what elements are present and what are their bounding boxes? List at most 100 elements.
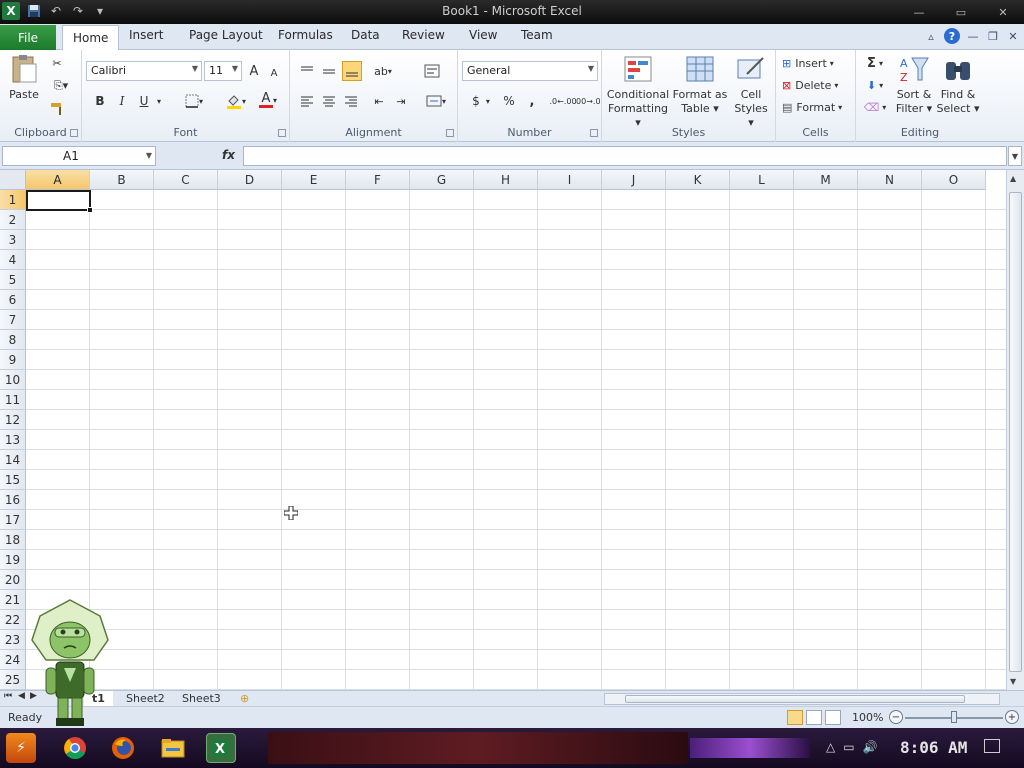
expand-formula-bar-icon[interactable]: ▼: [1008, 146, 1022, 166]
column-header-g[interactable]: G: [410, 170, 474, 190]
comma-button[interactable]: ,: [524, 92, 540, 110]
fill-color-icon[interactable]: ▾: [222, 92, 250, 110]
font-name-select[interactable]: Calibri ▼: [86, 61, 202, 81]
increase-decimal-button[interactable]: .0←.00: [549, 92, 576, 110]
row-header-19[interactable]: 19: [0, 550, 26, 570]
tab-review[interactable]: Review: [402, 28, 445, 42]
column-header-m[interactable]: M: [794, 170, 858, 190]
row-header-20[interactable]: 20: [0, 570, 26, 590]
grow-font-button[interactable]: A: [246, 62, 262, 80]
workbook-close-icon[interactable]: ✕: [1006, 29, 1020, 43]
row-header-3[interactable]: 3: [0, 230, 26, 250]
scroll-up-icon[interactable]: ▲: [1010, 174, 1016, 183]
restore-button[interactable]: ▭: [940, 0, 982, 24]
sheet-tab-3[interactable]: Sheet3: [174, 691, 229, 707]
row-header-12[interactable]: 12: [0, 410, 26, 430]
column-header-o[interactable]: O: [922, 170, 986, 190]
column-header-c[interactable]: C: [154, 170, 218, 190]
top-align-icon[interactable]: [298, 62, 316, 80]
insert-cells-button[interactable]: ⊞ Insert ▾: [782, 54, 852, 72]
row-header-14[interactable]: 14: [0, 450, 26, 470]
cell-styles-button[interactable]: Cell Styles ▾: [730, 54, 772, 130]
merge-center-icon[interactable]: ▾: [422, 92, 450, 110]
tab-view[interactable]: View: [469, 28, 497, 42]
firefox-icon[interactable]: [108, 733, 138, 763]
vertical-scrollbar[interactable]: ▲ ▼: [1006, 170, 1024, 690]
tab-insert[interactable]: Insert: [129, 28, 163, 42]
first-sheet-icon[interactable]: ⏮: [4, 691, 12, 701]
align-right-icon[interactable]: [342, 92, 360, 110]
increase-indent-icon[interactable]: ⇥: [392, 92, 410, 110]
row-header-4[interactable]: 4: [0, 250, 26, 270]
help-icon[interactable]: ?: [944, 28, 960, 44]
column-header-d[interactable]: D: [218, 170, 282, 190]
row-header-18[interactable]: 18: [0, 530, 26, 550]
delete-cells-button[interactable]: ⊠ Delete ▾: [782, 76, 852, 94]
zoom-level[interactable]: 100%: [852, 711, 883, 724]
insert-sheet-icon[interactable]: ⊕: [232, 691, 257, 707]
conditional-formatting-button[interactable]: Conditional Formatting ▾: [606, 54, 670, 130]
clear-icon[interactable]: ⌫ ▾: [862, 98, 888, 116]
active-cell-a1[interactable]: [26, 190, 91, 211]
format-painter-icon[interactable]: [48, 100, 66, 118]
cut-icon[interactable]: ✂: [48, 54, 66, 72]
tab-home[interactable]: Home: [62, 25, 120, 50]
orientation-icon[interactable]: ab ▾: [370, 62, 396, 80]
font-color-icon[interactable]: A ▾: [254, 90, 282, 110]
font-size-select[interactable]: 11 ▼: [204, 61, 242, 81]
prev-sheet-icon[interactable]: ◀: [18, 691, 25, 701]
align-left-icon[interactable]: [298, 92, 316, 110]
underline-button[interactable]: U: [136, 92, 152, 110]
number-format-select[interactable]: General ▼: [462, 61, 598, 81]
row-header-2[interactable]: 2: [0, 210, 26, 230]
find-select-button[interactable]: Find & Select ▾: [936, 54, 980, 116]
column-header-j[interactable]: J: [602, 170, 666, 190]
column-header-f[interactable]: F: [346, 170, 410, 190]
format-as-table-button[interactable]: Format as Table ▾: [672, 54, 728, 116]
copy-icon[interactable]: ⎘▾: [48, 77, 74, 95]
zoom-out-button[interactable]: −: [889, 710, 903, 724]
formula-input[interactable]: [243, 146, 1007, 166]
format-cells-button[interactable]: ▤ Format ▾: [782, 98, 852, 116]
column-header-b[interactable]: B: [90, 170, 154, 190]
wrap-text-icon[interactable]: [422, 62, 442, 80]
page-layout-view-icon[interactable]: [806, 710, 822, 725]
show-hidden-icons-icon[interactable]: △: [826, 740, 835, 754]
select-all-button[interactable]: [0, 170, 26, 190]
tab-formulas[interactable]: Formulas: [278, 28, 333, 42]
file-explorer-icon[interactable]: [158, 733, 188, 763]
name-box[interactable]: A1 ▼: [2, 146, 156, 166]
percent-button[interactable]: %: [500, 92, 518, 110]
tab-page-layout[interactable]: Page Layout: [189, 28, 263, 42]
row-header-21[interactable]: 21: [0, 590, 26, 610]
workbook-minimize-icon[interactable]: —: [966, 29, 980, 43]
start-button-icon[interactable]: ⚡: [6, 733, 36, 763]
row-header-24[interactable]: 24: [0, 650, 26, 670]
close-button[interactable]: ✕: [982, 0, 1024, 24]
zoom-slider-thumb[interactable]: [951, 711, 957, 723]
sheet-tab-2[interactable]: Sheet2: [118, 691, 173, 707]
normal-view-icon[interactable]: [787, 710, 803, 725]
row-header-23[interactable]: 23: [0, 630, 26, 650]
row-header-17[interactable]: 17: [0, 510, 26, 530]
column-header-l[interactable]: L: [730, 170, 794, 190]
page-break-view-icon[interactable]: [825, 710, 841, 725]
cell-area[interactable]: [26, 190, 1006, 690]
decrease-indent-icon[interactable]: ⇤: [370, 92, 388, 110]
clipboard-launcher-icon[interactable]: [70, 129, 78, 137]
fill-icon[interactable]: ⬇ ▾: [862, 76, 888, 94]
network-icon[interactable]: ▭: [843, 740, 854, 754]
middle-align-icon[interactable]: [320, 62, 338, 80]
collapse-ribbon-icon[interactable]: ▵: [924, 29, 938, 43]
column-header-i[interactable]: I: [538, 170, 602, 190]
paste-button[interactable]: Paste: [6, 54, 42, 102]
alignment-launcher-icon[interactable]: [446, 129, 454, 137]
row-header-11[interactable]: 11: [0, 390, 26, 410]
italic-button[interactable]: I: [114, 92, 130, 110]
vertical-scroll-thumb[interactable]: [1009, 192, 1022, 672]
tab-data[interactable]: Data: [351, 28, 380, 42]
sort-filter-button[interactable]: AZ Sort & Filter ▾: [894, 54, 934, 116]
taskbar-clock[interactable]: 8:06 AM: [900, 738, 967, 757]
row-header-9[interactable]: 9: [0, 350, 26, 370]
row-header-15[interactable]: 15: [0, 470, 26, 490]
